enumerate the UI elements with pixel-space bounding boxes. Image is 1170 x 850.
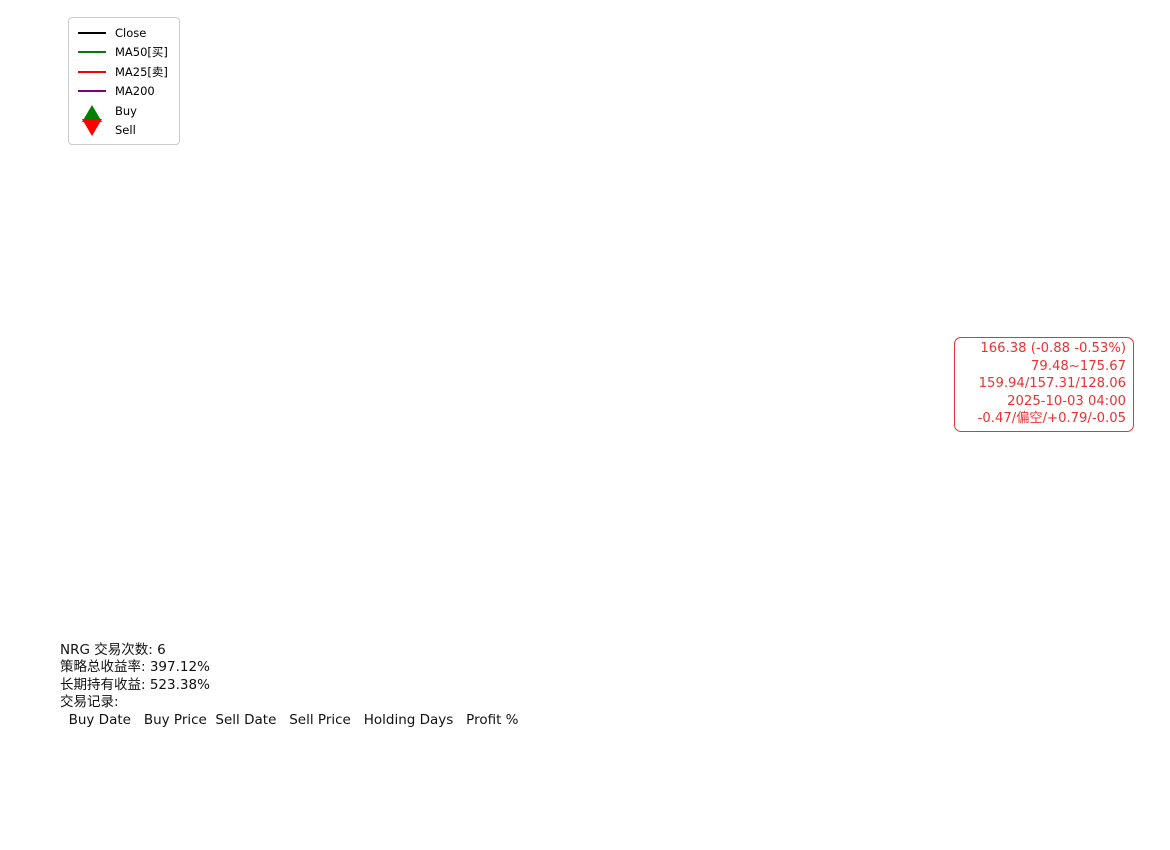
trade-stats-block: NRG 交易次数: 6 策略总收益率: 397.12% 长期持有收益: 523.… — [60, 642, 580, 729]
close-line-swatch — [77, 32, 107, 34]
legend-item-ma50: MA50[买] — [77, 43, 171, 63]
price-annotation-box: 166.38 (-0.88 -0.53%) 79.48~175.67 159.9… — [954, 337, 1134, 432]
stock-chart-screen: Close MA50[买] MA25[卖] MA200 Buy Sell 166… — [0, 0, 1170, 850]
trade-table-header: Buy Date Buy Price Sell Date Sell Price … — [60, 712, 580, 729]
annotation-ma-values: 159.94/157.31/128.06 — [962, 375, 1126, 393]
annotation-last-price: 166.38 (-0.88 -0.53%) — [962, 340, 1126, 358]
ma25-line-swatch — [77, 71, 107, 73]
annotation-timestamp: 2025-10-03 04:00 — [962, 393, 1126, 411]
sell-triangle-icon — [77, 125, 107, 136]
ma50-line-swatch — [77, 51, 107, 53]
hold-return-line: 长期持有收益: 523.38% — [60, 677, 580, 694]
legend-item-buy: Buy — [77, 101, 171, 121]
trade-record-title: 交易记录: — [60, 694, 580, 711]
buy-triangle-icon — [77, 105, 107, 116]
legend-item-sell: Sell — [77, 121, 171, 141]
trade-count-line: NRG 交易次数: 6 — [60, 642, 580, 659]
legend-label-ma200: MA200 — [115, 84, 155, 98]
chart-legend: Close MA50[买] MA25[卖] MA200 Buy Sell — [68, 17, 180, 145]
annotation-signal: -0.47/偏空/+0.79/-0.05 — [962, 410, 1126, 428]
legend-label-ma25: MA25[卖] — [115, 64, 168, 80]
legend-item-ma200: MA200 — [77, 82, 171, 102]
ma200-line-swatch — [77, 90, 107, 92]
legend-label-sell: Sell — [115, 123, 136, 137]
strategy-return-line: 策略总收益率: 397.12% — [60, 659, 580, 676]
legend-label-close: Close — [115, 26, 146, 40]
annotation-range: 79.48~175.67 — [962, 358, 1126, 376]
legend-item-ma25: MA25[卖] — [77, 62, 171, 82]
legend-label-buy: Buy — [115, 104, 137, 118]
legend-item-close: Close — [77, 23, 171, 43]
legend-label-ma50: MA50[买] — [115, 44, 168, 60]
